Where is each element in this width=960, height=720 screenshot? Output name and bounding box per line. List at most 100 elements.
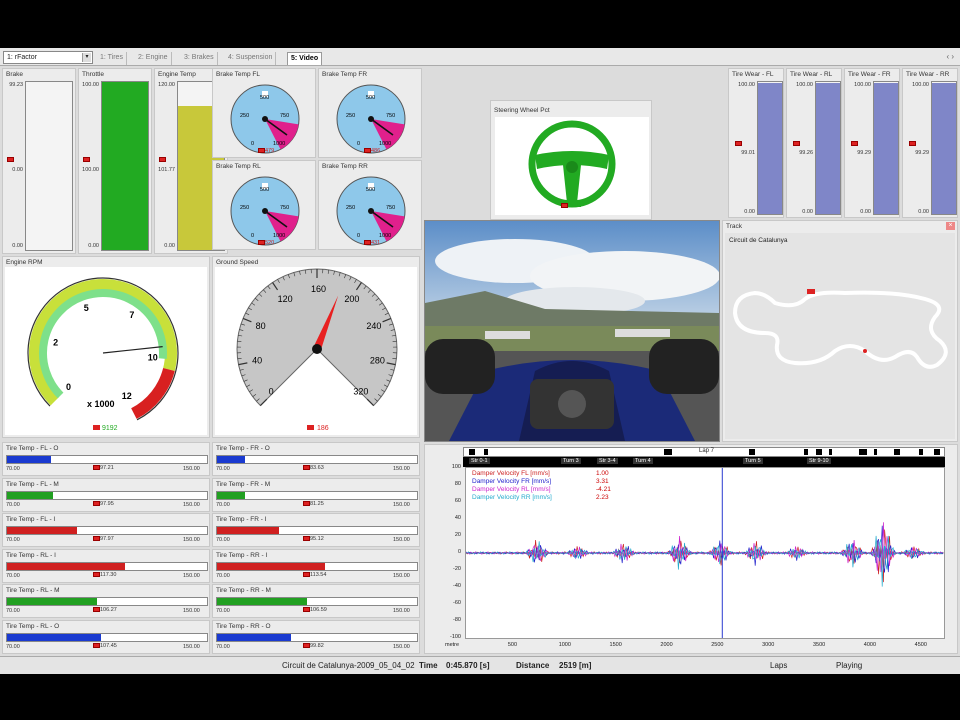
tire-wear-title: Tire Wear - FR (848, 71, 891, 78)
tire-temp-value: 99.82 (310, 642, 324, 649)
brake-temp-tick: 500 (366, 187, 375, 193)
series-line (465, 535, 944, 587)
tire-temp-fill (7, 527, 77, 534)
tab-video[interactable]: 5: Video (287, 52, 323, 65)
brake-temp-dial: 500 250 750 0 1000 (230, 84, 300, 154)
vbar-min: 0.00 (88, 243, 99, 249)
tire-temp-value: 117.30 (100, 571, 117, 578)
legend-value: -4.21 (596, 486, 611, 493)
tire-wear-max: 100.00 (854, 82, 871, 88)
tire-temp-min: 70.00 (216, 643, 230, 650)
tire-temp-track (216, 561, 418, 571)
marker-icon (93, 642, 100, 648)
tab-tires[interactable]: 1: Tires (97, 52, 127, 65)
brake-temp-tick: 750 (386, 113, 395, 119)
y-tick-label: -80 (453, 617, 461, 623)
tire-temp-row: Tire Temp - RR - I 70.00 113.54 150.00 (212, 548, 420, 583)
y-tick-label: -20 (453, 566, 461, 572)
tire-temp-row: Tire Temp - RL - M 70.00 106.27 150.00 (2, 584, 210, 618)
tire-temp-readout: 99.82 (303, 643, 324, 649)
x-tick-label: 3000 (762, 642, 775, 648)
brake-temp-readout: 486 (364, 148, 380, 154)
brake-temp-dial: 500 250 750 0 1000 (336, 84, 406, 154)
tire-temp-row: Tire Temp - FR - M 70.00 81.25 150.00 (212, 477, 420, 512)
segment-label: Turn 5 (743, 458, 763, 464)
lap-strip-block (484, 449, 488, 455)
tire-temp-fill (217, 598, 307, 605)
brake-temp-gauge: 500 250 750 0 1000 431 (322, 172, 420, 248)
session-name: Circuit de Catalunya-2009_05_04_02 (282, 661, 415, 670)
vbar-panel: Throttle 100.00 100.00 0.00 (78, 68, 152, 254)
chevron-down-icon[interactable]: ▾ (82, 53, 91, 62)
x-tick-label: 1000 (558, 642, 571, 648)
tire-temp-max: 150.00 (393, 537, 410, 543)
brake-temp-value: 520 (265, 240, 275, 246)
brake-temp-tick: 500 (366, 95, 375, 101)
steering-readout: 5.01 (561, 203, 581, 209)
tire-wear-max: 100.00 (912, 82, 929, 88)
track-outline (732, 289, 948, 369)
chart-plot-area[interactable]: Damper Velocity FL [mm/s] 1.00 Damper Velo… (465, 467, 945, 639)
brake-temp-tick: 500 (260, 187, 269, 193)
marker-icon (159, 157, 166, 162)
speed-tick-label: 120 (278, 294, 293, 304)
vbar-max: 120.00 (158, 82, 175, 88)
tire-wear-min: 0.00 (744, 209, 755, 215)
tire-wear-track (931, 81, 957, 215)
brake-temp-tick: 250 (346, 113, 355, 119)
tire-temp-title: Tire Temp - RL - M (6, 587, 60, 594)
tab-engine[interactable]: 2: Engine (135, 52, 172, 65)
vbar-title: Throttle (82, 71, 105, 78)
rpm-tick-label: 7 (129, 310, 134, 320)
brake-temp-title: Brake Temp FL (216, 71, 260, 78)
y-tick-label: -60 (453, 600, 461, 606)
steering-title: Steering Wheel Pct (494, 107, 550, 114)
onboard-video[interactable] (424, 220, 720, 442)
lap-strip-block (469, 449, 475, 455)
track-close-button[interactable]: × (946, 222, 955, 230)
tire-temp-value: 97.21 (100, 465, 114, 471)
tire-temp-value: 106.59 (310, 607, 327, 613)
tab-bar: 1: rFactor ▾ 1: Tires 2: Engine 3: Brake… (0, 48, 960, 66)
rpm-tick-label: 5 (84, 303, 89, 313)
lap-strip-block (894, 449, 900, 455)
track-panel: Track × Circuit de Catalunya (722, 220, 958, 442)
tire-temp-readout: 97.97 (93, 536, 114, 542)
profile-select[interactable]: 1: rFactor ▾ (3, 51, 93, 64)
tire-temp-value: 83.63 (310, 465, 324, 471)
brake-temp-tick: 750 (386, 205, 395, 211)
x-tick-label: 2000 (660, 642, 673, 648)
brake-temp-value: 479 (265, 148, 275, 154)
speed-tick-label: 40 (252, 356, 262, 366)
tire-wear-panel: Tire Wear - RR 100.00 99.29 0.00 (902, 68, 958, 218)
tire-temp-max: 150.00 (183, 501, 200, 508)
x-tick-label: 3500 (812, 642, 826, 648)
brake-temp-tick: 250 (240, 113, 249, 119)
tire-temp-min: 70.00 (6, 572, 20, 579)
brake-temp-panel: Brake Temp RR 500 250 750 0 1000 431 (318, 160, 422, 250)
tab-scroll-arrows[interactable]: ‹ › (946, 52, 954, 61)
segment-label: Turn 4 (633, 458, 653, 464)
marker-icon (303, 607, 310, 613)
tire-temp-row: Tire Temp - FL - O 70.00 97.21 150.00 (2, 442, 210, 476)
tire-temp-readout: 106.59 (303, 607, 327, 613)
tab-suspension[interactable]: 4: Suspension (225, 52, 277, 65)
marker-icon (307, 425, 314, 430)
x-tick-label: 4500 (914, 642, 927, 648)
laps-button[interactable]: Laps (770, 661, 787, 670)
speed-tick-label: 160 (311, 284, 326, 294)
vbar-min: 0.00 (12, 243, 23, 249)
lap-label: Lap 7 (699, 448, 715, 454)
tire-temp-track (6, 526, 208, 535)
tire-temp-track (6, 632, 208, 642)
x-axis-label: metre (445, 642, 460, 648)
tire-temp-min: 70.00 (6, 466, 20, 472)
marker-icon (303, 500, 310, 506)
damper-chart-panel: Lap 7 Str 0-1 Turn 3 Str 3-4 Turn 4 Turn 5 St… (424, 444, 958, 654)
tire-temp-title: Tire Temp - RR - I (216, 551, 268, 559)
tire-temp-title: Tire Temp - RR - O (216, 622, 271, 630)
lap-segment-strip[interactable]: Lap 7 (463, 447, 945, 457)
tire-temp-max: 150.00 (393, 572, 410, 579)
tab-brakes[interactable]: 3: Brakes (181, 52, 218, 65)
tire-temp-max: 150.00 (393, 643, 410, 650)
